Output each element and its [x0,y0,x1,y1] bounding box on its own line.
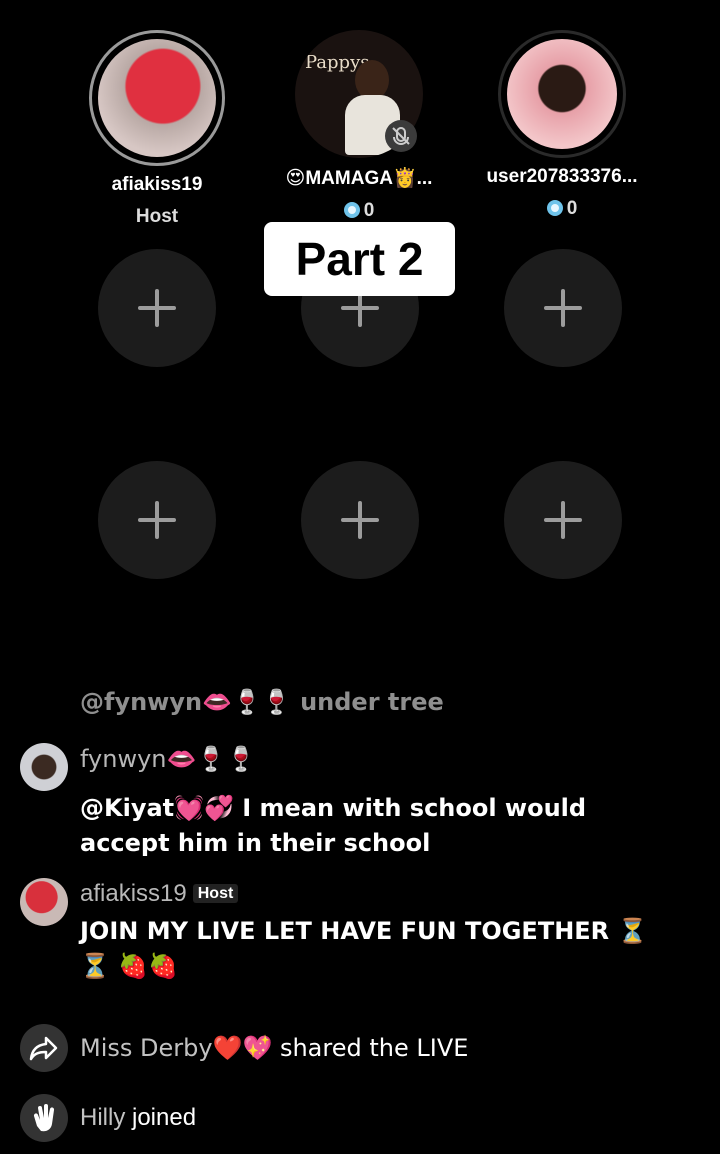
event-text: Hilly joined [80,1104,197,1131]
mic-muted-icon [385,120,417,152]
diamond-icon [343,202,360,218]
gift-count: 0 [259,200,459,222]
guest-name: afiakiss19 [111,174,203,195]
guest-name: user207833376... [486,166,638,187]
add-guest-slot[interactable] [504,461,622,579]
event-joined: Hilly joined [20,1094,700,1144]
comment-text: @Kiyat💓💞 I mean with school would accept… [80,794,587,857]
diamond-icon [546,200,563,216]
comment-item[interactable]: fynwyn👄🍷🍷 @Kiyat💓💞 I mean with school wo… [20,743,700,863]
host-avatar[interactable] [89,30,225,166]
add-guest-slot[interactable] [504,249,622,367]
host-label: Host [135,206,179,227]
guest-2[interactable]: Pappys 😍MAMAGA👸... 0 [259,30,459,222]
add-guest-slot[interactable] [98,249,216,367]
host-badge: Host [192,884,239,903]
add-guest-slot[interactable] [301,461,419,579]
event-shared: Miss Derby❤️💖 shared the LIVE [20,1024,700,1074]
commenter-avatar[interactable] [20,743,68,791]
comment-username[interactable]: fynwyn👄🍷🍷 [80,745,256,773]
share-icon [20,1024,68,1072]
add-guest-slot[interactable] [98,461,216,579]
gift-count: 0 [462,198,662,220]
comment-item[interactable]: afiakiss19 Host JOIN MY LIVE LET HAVE FUN… [20,878,700,998]
guest-host[interactable]: afiakiss19 Host [57,30,257,228]
faded-comment: @fynwyn👄🍷🍷 under tree [80,688,444,716]
guest-name: 😍MAMAGA👸... [285,168,433,189]
guest-avatar[interactable]: Pappys [295,30,423,158]
guest-3[interactable]: user207833376... 0 [462,30,662,220]
event-text: Miss Derby❤️💖 shared the LIVE [80,1034,469,1062]
guest-avatar[interactable] [498,30,626,158]
comment-text: JOIN MY LIVE LET HAVE FUN TOGETHER ⏳⏳ 🍓🍓 [80,917,648,980]
video-part-label: Part 2 [264,222,455,296]
comment-username[interactable]: afiakiss19 Host [80,880,239,908]
commenter-avatar[interactable] [20,878,68,926]
wave-icon [20,1094,68,1142]
